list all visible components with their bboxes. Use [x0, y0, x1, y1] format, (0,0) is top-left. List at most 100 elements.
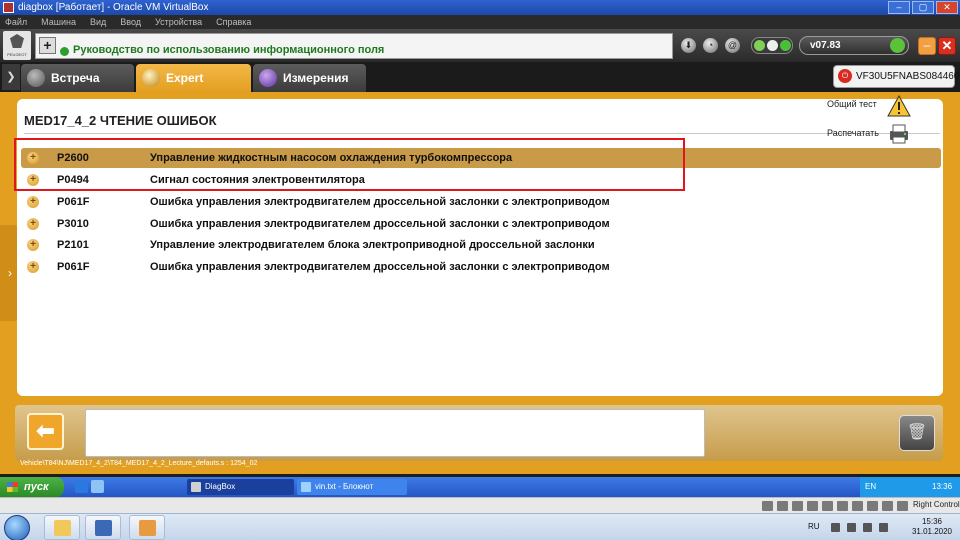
trash-icon[interactable]: 🗑: [899, 415, 935, 451]
fault-row[interactable]: + P061F Ошибка управления электродвигате…: [21, 257, 941, 277]
face-icon: [27, 69, 45, 87]
virtualbox-task[interactable]: [85, 515, 121, 540]
tab-row: ❯ Встреча Expert Измерения ⏻ VF30U5FNABS…: [0, 62, 960, 92]
vin-badge[interactable]: ⏻ VF30U5FNABS084460: [833, 65, 959, 88]
battery-status[interactable]: [751, 37, 793, 54]
fault-description: Ошибка управления электродвигателем дрос…: [150, 196, 610, 208]
fault-row[interactable]: + P3010 Ошибка управления электродвигате…: [21, 214, 941, 234]
chevron-down-icon[interactable]: ❯: [2, 64, 20, 90]
task-diagbox[interactable]: DiagBox: [187, 479, 294, 495]
printer-icon: [887, 123, 911, 145]
folder-icon: [54, 520, 71, 536]
tray-arrow-icon[interactable]: [831, 523, 840, 532]
paint-task[interactable]: [129, 515, 165, 540]
tray-volume-icon[interactable]: [879, 523, 888, 532]
bottom-toolbar: ⬅ 🗑: [15, 405, 943, 461]
back-arrow-button[interactable]: ⬅: [27, 413, 64, 450]
menu-devices[interactable]: Устройства: [155, 15, 202, 29]
cpu-icon[interactable]: [882, 501, 893, 511]
info-message[interactable]: Руководство по использованию информацион…: [73, 44, 384, 56]
expand-icon[interactable]: +: [27, 218, 39, 230]
task-label: vin.txt - Блокнот: [315, 482, 374, 491]
peugeot-logo: PEUGEOT: [3, 31, 31, 60]
ie-icon[interactable]: [75, 480, 88, 493]
window-maximize-button[interactable]: ▢: [912, 1, 934, 14]
script-path: Vehicle\T84\NJ\MED17_4_2\T84_MED17_4_2_L…: [20, 460, 258, 467]
mouse-icon[interactable]: [897, 501, 908, 511]
shared-folder-icon[interactable]: [837, 501, 848, 511]
host-time: 15:36: [921, 517, 943, 526]
menu-help[interactable]: Справка: [216, 15, 251, 29]
tab-vstrecha[interactable]: Встреча: [21, 64, 134, 92]
fault-row[interactable]: + P2101 Управление электродвигателем бло…: [21, 235, 941, 255]
app-minimize-button[interactable]: –: [918, 37, 936, 55]
fault-description: Ошибка управления электродвигателем дрос…: [150, 261, 610, 273]
expand-icon[interactable]: +: [27, 196, 39, 208]
host-tray: RU 15:36 31.01.2020: [795, 514, 960, 540]
floppy-icon[interactable]: [792, 501, 803, 511]
battery-left-icon: [754, 40, 765, 51]
explorer-task[interactable]: [44, 515, 80, 540]
page-title: MED17_4_2 ЧТЕНИЕ ОШИБОК: [24, 113, 217, 128]
network-icon[interactable]: [807, 501, 818, 511]
expand-icon[interactable]: +: [27, 261, 39, 273]
host-lang[interactable]: RU: [808, 522, 820, 531]
start-button[interactable]: пуск: [0, 477, 64, 497]
windows-flag-icon: [7, 482, 18, 492]
update-icon[interactable]: [890, 38, 905, 53]
info-field: + Руководство по использованию информаци…: [35, 33, 673, 59]
version-label: v07.83: [810, 40, 841, 51]
tray-network-icon[interactable]: [847, 523, 856, 532]
window-minimize-button[interactable]: –: [888, 1, 910, 14]
task-notepad[interactable]: vin.txt - Блокнот: [297, 479, 407, 495]
headset-icon[interactable]: ◔: [703, 38, 718, 53]
status-ok-icon: [60, 47, 69, 56]
window-close-button[interactable]: ✕: [936, 1, 958, 14]
fault-row[interactable]: + P061F Ошибка управления электродвигате…: [21, 192, 941, 212]
guest-clock: 13:36: [932, 482, 953, 491]
tab-expert[interactable]: Expert: [136, 64, 251, 92]
highlight-box: [14, 138, 685, 191]
window-controls: – ▢ ✕: [888, 1, 958, 14]
battery-plus-icon: [780, 40, 791, 51]
host-date: 31.01.2020: [911, 527, 953, 536]
menu-input[interactable]: Ввод: [120, 15, 141, 29]
screen: diagbox [Работает] - Oracle VM VirtualBo…: [0, 0, 960, 540]
notepad-task-icon: [301, 482, 311, 492]
tab-izmereniya[interactable]: Измерения: [253, 64, 366, 92]
tray-flag-icon[interactable]: [863, 523, 872, 532]
menu-view[interactable]: Вид: [90, 15, 106, 29]
expand-icon[interactable]: +: [27, 239, 39, 251]
start-label: пуск: [24, 481, 49, 493]
display-icon[interactable]: [852, 501, 863, 511]
fault-description: Ошибка управления электродвигателем дрос…: [150, 218, 610, 230]
action-panel: Общий тест Распечатать: [812, 94, 940, 154]
host-clock[interactable]: 15:36 31.01.2020: [908, 517, 956, 537]
battery-mid-icon: [767, 40, 778, 51]
power-icon[interactable]: ⏻: [838, 69, 852, 83]
tab-label: Expert: [166, 71, 204, 85]
guest-taskbar: пуск DiagBox vin.txt - Блокнот EN 13:36: [0, 477, 960, 497]
guest-lang[interactable]: EN: [865, 477, 876, 497]
windows-start-icon[interactable]: [4, 515, 30, 540]
print-button[interactable]: Распечатать: [827, 124, 908, 144]
desktop-icon[interactable]: [91, 480, 104, 493]
wave-icon: [259, 69, 277, 87]
add-info-button[interactable]: +: [39, 37, 56, 54]
general-test-button[interactable]: Общий тест: [827, 94, 911, 117]
menu-file[interactable]: Файл: [5, 15, 27, 29]
version-badge[interactable]: v07.83: [799, 36, 909, 55]
vbox-title-bar: diagbox [Работает] - Oracle VM VirtualBo…: [0, 0, 960, 15]
app-close-button[interactable]: ✕: [938, 37, 956, 55]
download-icon[interactable]: ⬇: [681, 38, 696, 53]
cd-icon[interactable]: [777, 501, 788, 511]
virtualbox-icon: [95, 520, 112, 536]
menu-machine[interactable]: Машина: [41, 15, 76, 29]
hdd-icon[interactable]: [762, 501, 773, 511]
usb-icon[interactable]: [822, 501, 833, 511]
at-sign-icon[interactable]: @: [725, 38, 740, 53]
logo-text: PEUGEOT: [7, 52, 27, 57]
magnifier-icon: [142, 69, 160, 87]
title-divider: [24, 133, 940, 134]
recording-icon[interactable]: [867, 501, 878, 511]
